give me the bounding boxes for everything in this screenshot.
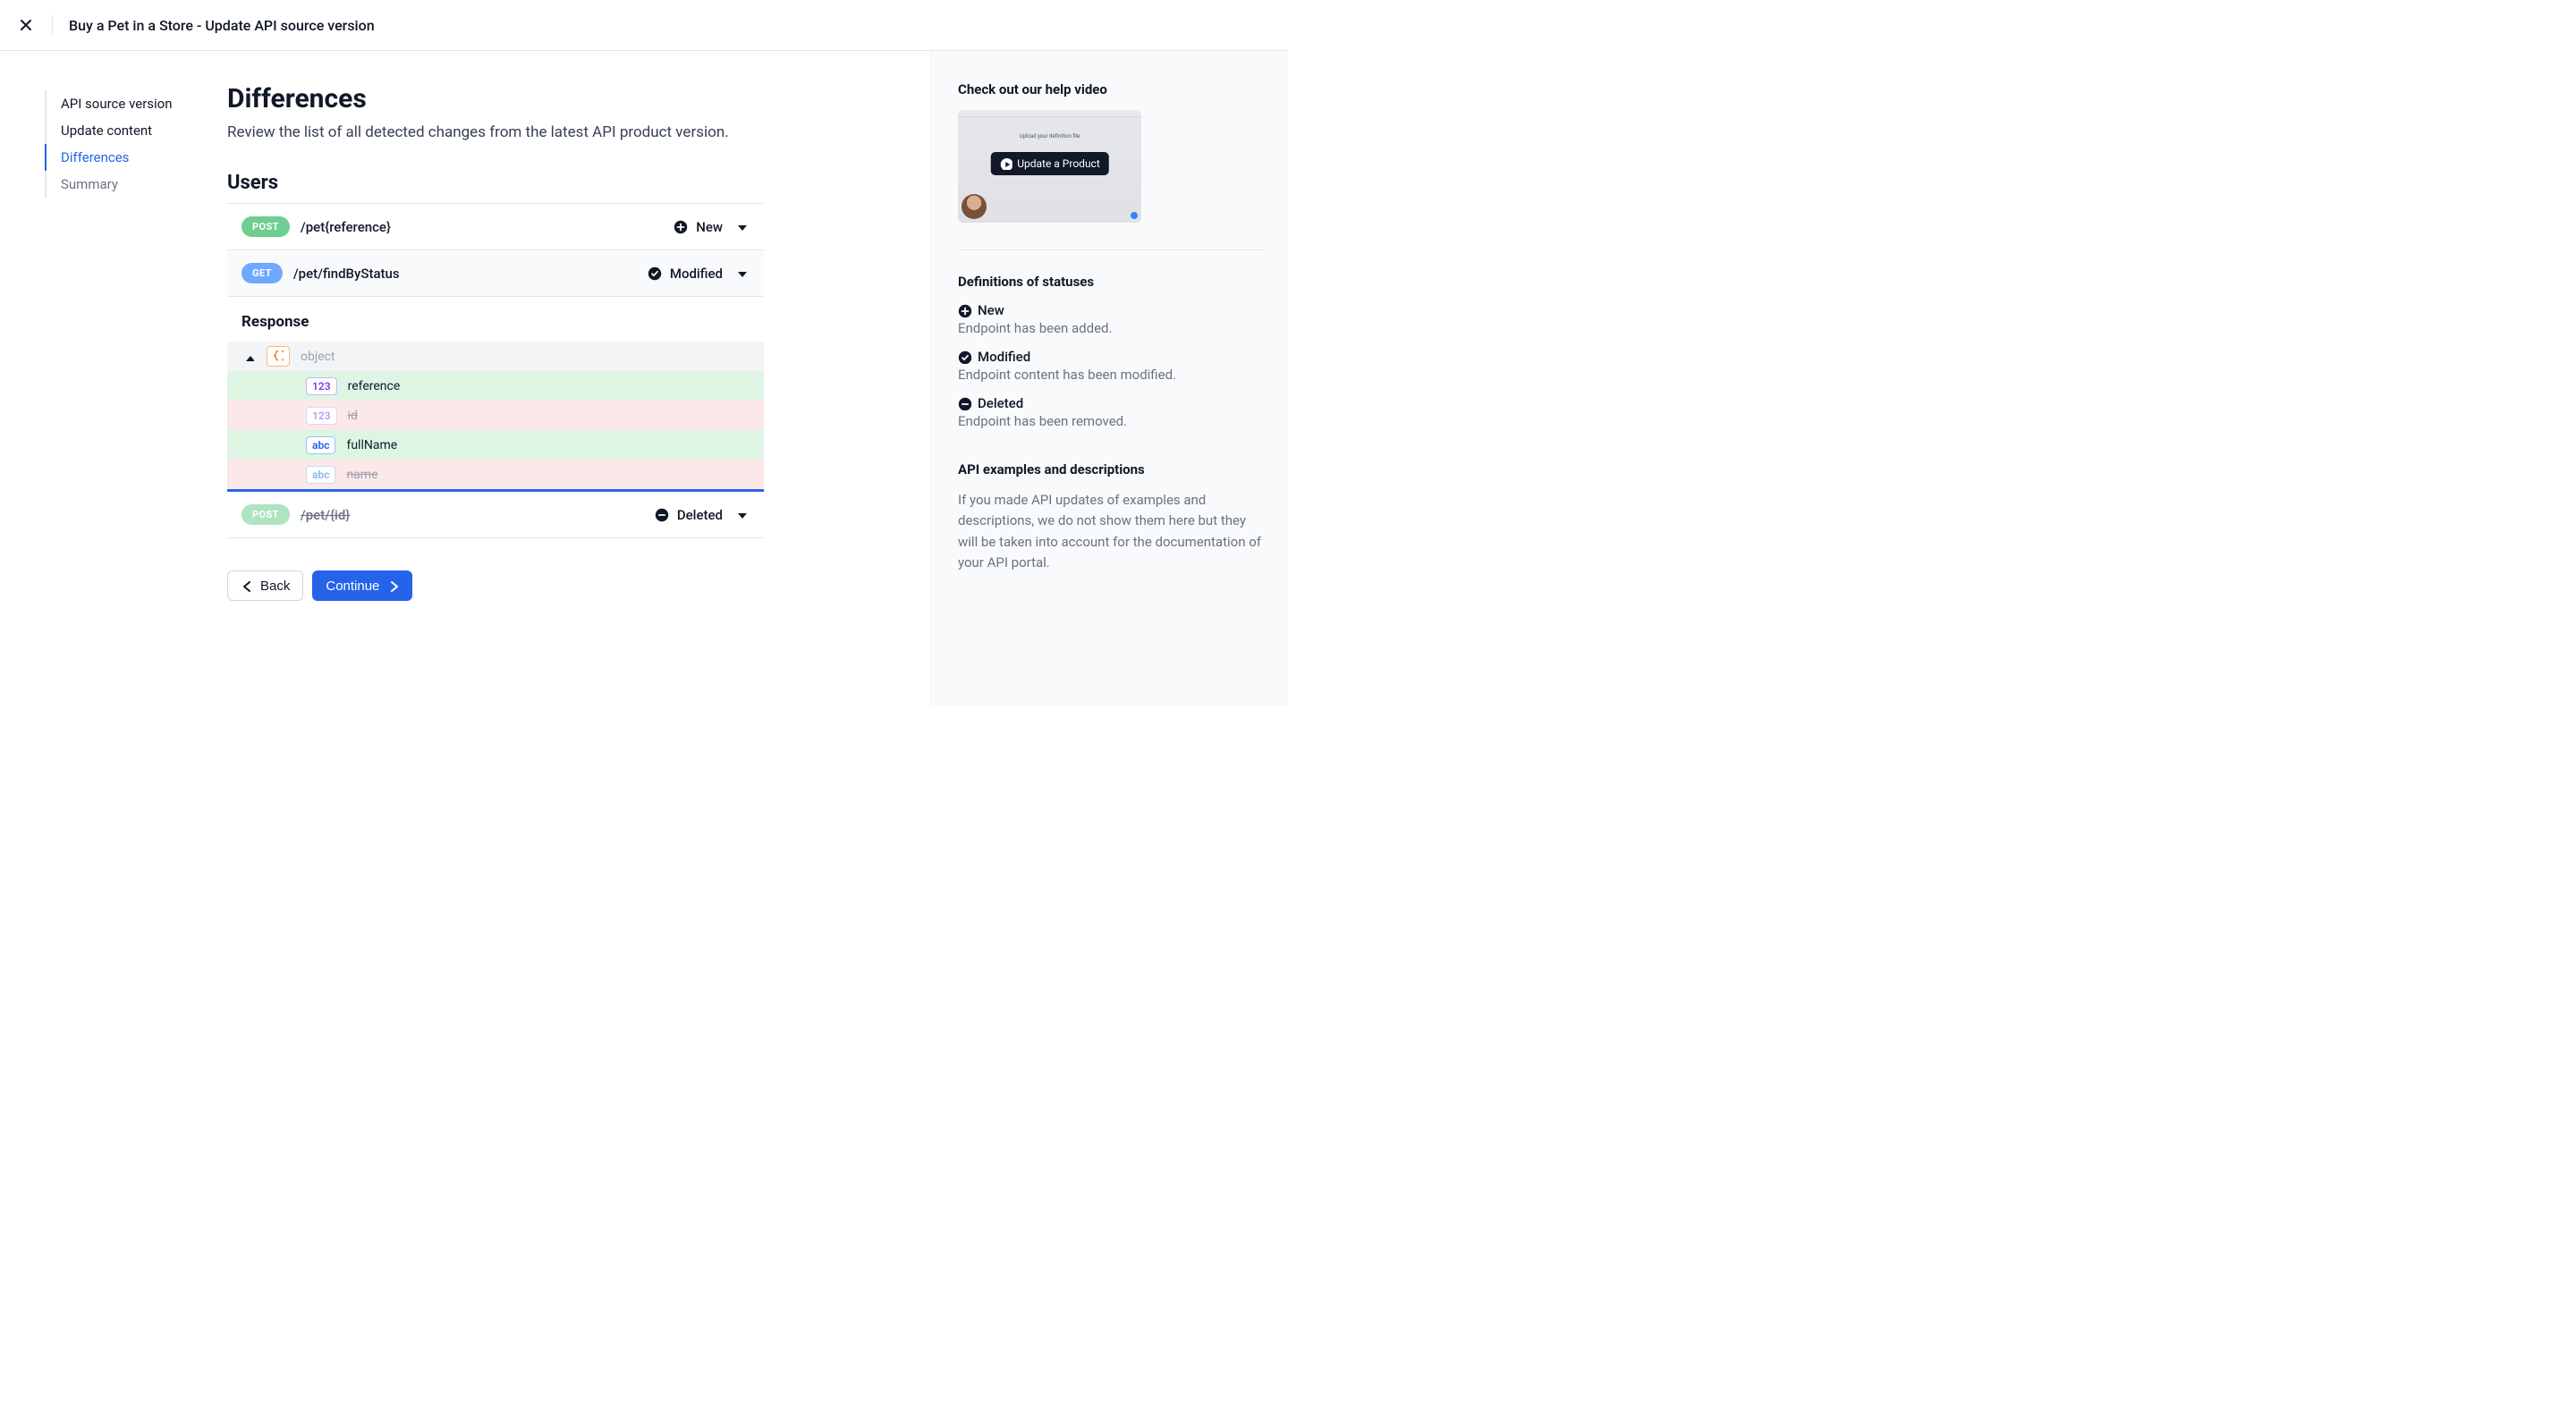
breadcrumb: Buy a Pet in a Store - Update API source…: [69, 17, 375, 34]
definition-desc: Endpoint has been added.: [958, 320, 1265, 336]
footer-actions: Back Continue: [227, 538, 764, 601]
endpoint-status: Modified: [647, 266, 723, 282]
endpoint-path: /pet/{id}: [301, 507, 654, 523]
definition-desc: Endpoint has been removed.: [958, 413, 1265, 429]
endpoint-path: /pet{reference}: [301, 219, 673, 235]
help-video-heading: Check out our help video: [958, 81, 1265, 97]
nav-step-update-content[interactable]: Update content: [47, 117, 227, 144]
endpoint-row[interactable]: POST /pet/{id} Deleted: [227, 492, 764, 538]
response-block: Response object 123: [227, 297, 764, 492]
examples-heading: API examples and descriptions: [958, 461, 1265, 477]
definition-title: New: [978, 302, 1004, 318]
braces-icon: [267, 346, 290, 367]
video-frame-title: Upload your definition file: [1020, 133, 1080, 139]
tree-row-added: 123 reference: [227, 371, 764, 401]
divider: [52, 15, 53, 35]
status-label: Modified: [670, 266, 723, 282]
method-badge: POST: [242, 216, 290, 237]
check-circle-icon: [958, 351, 971, 364]
avatar: [962, 194, 987, 219]
field-name: reference: [348, 379, 401, 393]
nav-step-differences[interactable]: Differences: [47, 144, 227, 171]
page-title: Differences: [227, 83, 764, 114]
field-name: id: [348, 409, 358, 423]
minus-circle-icon: [654, 507, 670, 523]
number-type-icon: 123: [306, 407, 337, 425]
endpoint-path: /pet/findByStatus: [293, 266, 647, 282]
step-nav: API source version Update content Differ…: [0, 51, 227, 706]
arrow-right-icon: [386, 579, 399, 592]
play-icon: [999, 157, 1012, 170]
endpoint-status: Deleted: [654, 507, 723, 523]
back-button[interactable]: Back: [227, 570, 303, 601]
nav-step-summary[interactable]: Summary: [47, 171, 227, 198]
plus-circle-icon: [958, 304, 971, 317]
endpoint-row[interactable]: POST /pet{reference} New: [227, 204, 764, 250]
continue-label: Continue: [326, 579, 379, 594]
expand-icon[interactable]: [735, 267, 748, 280]
field-name: fullName: [346, 438, 397, 452]
endpoint-row[interactable]: GET /pet/findByStatus Modified: [227, 250, 764, 297]
chat-dot-icon: [1131, 212, 1138, 219]
expand-icon[interactable]: [735, 509, 748, 521]
schema-tree: object 123 reference 123 id: [227, 342, 764, 489]
string-type-icon: abc: [306, 466, 335, 484]
definitions-heading: Definitions of statuses: [958, 274, 1265, 290]
top-header: Buy a Pet in a Store - Update API source…: [0, 0, 1288, 51]
help-video-thumbnail[interactable]: Upload your definition file Update a Pro…: [958, 110, 1141, 223]
minus-circle-icon: [958, 397, 971, 410]
close-button[interactable]: [16, 15, 36, 35]
number-type-icon: 123: [306, 377, 337, 395]
tree-row-removed: 123 id: [227, 401, 764, 430]
section-title-users: Users: [227, 172, 764, 194]
endpoint-status: New: [673, 219, 723, 235]
arrow-left-icon: [241, 579, 253, 592]
help-panel: Check out our help video Upload your def…: [930, 51, 1288, 706]
tree-root-label: object: [301, 350, 335, 364]
page-subtitle: Review the list of all detected changes …: [227, 123, 764, 141]
definition-title: Deleted: [978, 395, 1023, 411]
close-icon: [19, 18, 33, 32]
collapse-icon[interactable]: [243, 351, 254, 362]
back-label: Back: [260, 579, 290, 594]
endpoint-list: POST /pet{reference} New GET /pet/findBy…: [227, 203, 764, 538]
method-badge: POST: [242, 504, 290, 525]
plus-circle-icon: [673, 219, 689, 235]
field-name: name: [346, 468, 377, 482]
method-badge: GET: [242, 263, 283, 283]
examples-body: If you made API updates of examples and …: [958, 490, 1265, 573]
expand-icon[interactable]: [735, 221, 748, 233]
definition-desc: Endpoint content has been modified.: [958, 367, 1265, 383]
string-type-icon: abc: [306, 436, 335, 454]
divider: [958, 249, 1265, 250]
video-play-label: Update a Product: [990, 152, 1109, 175]
continue-button[interactable]: Continue: [312, 570, 412, 601]
definition-item: Modified Endpoint content has been modif…: [958, 349, 1265, 383]
main-content: Differences Review the list of all detec…: [227, 51, 764, 706]
nav-step-api-source-version[interactable]: API source version: [47, 90, 227, 117]
check-circle-icon: [647, 266, 663, 282]
definition-item: New Endpoint has been added.: [958, 302, 1265, 336]
tree-row-root[interactable]: object: [227, 342, 764, 371]
definition-title: Modified: [978, 349, 1030, 365]
status-label: Deleted: [677, 507, 723, 523]
tree-row-removed: abc name: [227, 460, 764, 489]
response-title: Response: [227, 297, 764, 342]
status-label: New: [696, 219, 723, 235]
definition-item: Deleted Endpoint has been removed.: [958, 395, 1265, 429]
tree-row-added: abc fullName: [227, 430, 764, 460]
